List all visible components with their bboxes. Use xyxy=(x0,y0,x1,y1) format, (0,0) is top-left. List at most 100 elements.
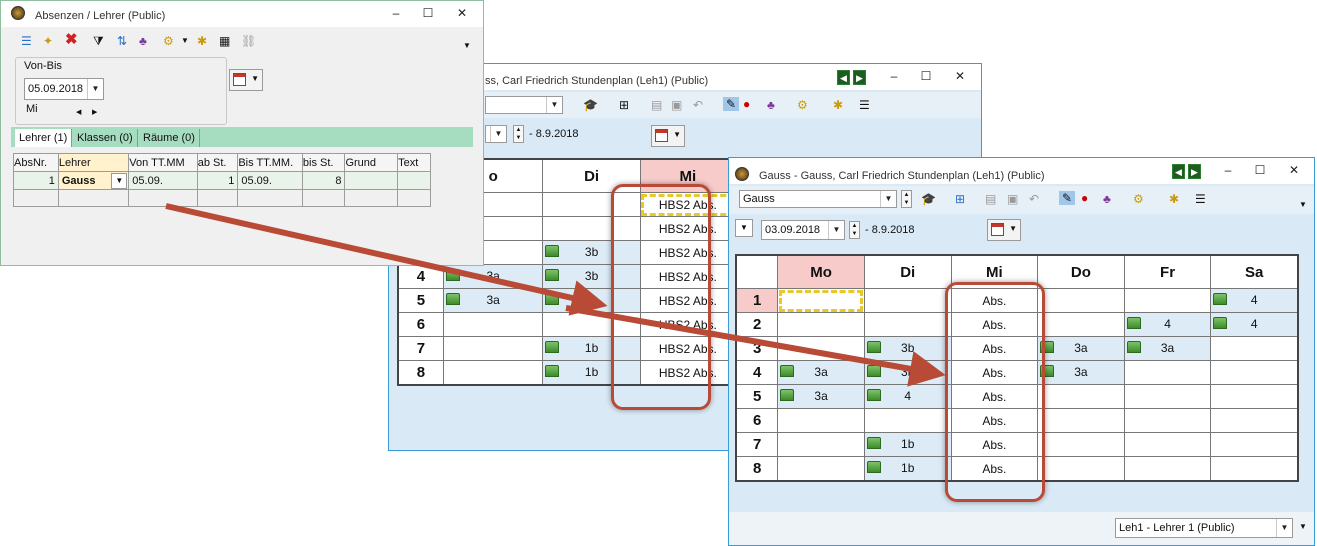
front-lesson-cell[interactable]: 4 xyxy=(1123,312,1212,337)
delete-icon[interactable]: ✖ xyxy=(65,32,78,47)
front-cell-mo[interactable] xyxy=(777,456,865,482)
front-lesson-cell[interactable]: 3a xyxy=(1037,336,1125,361)
back-next-arrow-icon[interactable]: ▶ xyxy=(853,70,866,85)
col-bis[interactable]: Bis TT.MM. xyxy=(237,153,303,172)
front-lesson-cell[interactable]: 3a xyxy=(777,360,865,385)
sort-icon[interactable]: ⇅ xyxy=(117,34,127,48)
cell-bis-st[interactable]: 8 xyxy=(301,171,346,190)
people-icon[interactable]: ♣ xyxy=(139,34,147,48)
back-cell-mo[interactable] xyxy=(442,360,544,386)
front-lesson-cell[interactable]: 3b xyxy=(863,360,952,385)
front-cell-sa[interactable] xyxy=(1210,456,1299,482)
front-cell-fr[interactable] xyxy=(1123,432,1212,457)
front-cell-fr[interactable] xyxy=(1123,288,1212,313)
list-view-icon[interactable]: ☰ xyxy=(21,34,32,48)
day-next-button[interactable]: ▶ xyxy=(92,108,97,116)
new-record-icon[interactable]: ✦ xyxy=(43,34,53,48)
front-cell-fr[interactable] xyxy=(1123,456,1212,482)
back-date-spinner[interactable]: ▲ ▼ xyxy=(513,125,524,143)
front-cell-sa[interactable] xyxy=(1210,360,1299,385)
front-day-do[interactable]: Do xyxy=(1037,254,1125,289)
front-day-di[interactable]: Di xyxy=(863,254,952,289)
tab-raeume[interactable]: Räume (0) xyxy=(139,129,200,147)
front-cell-mo-selected[interactable] xyxy=(777,288,865,313)
back-prev-arrow-icon[interactable]: ◀ xyxy=(837,70,850,85)
front-lesson-cell[interactable]: 4 xyxy=(1210,288,1299,313)
front-date-spinner[interactable]: ▲ ▼ xyxy=(849,221,860,239)
back-minimize-button[interactable]: – xyxy=(879,66,909,86)
cell-grund[interactable] xyxy=(344,171,399,190)
pin-icon[interactable]: ● xyxy=(1081,191,1088,205)
toolbar-overflow-icon[interactable]: ▼ xyxy=(1299,198,1307,212)
absenzen-minimize-button[interactable]: – xyxy=(381,3,411,23)
back-people-icon[interactable]: ♣ xyxy=(767,98,775,112)
front-cell-mo[interactable] xyxy=(777,312,865,337)
back-cell-mo[interactable] xyxy=(442,312,544,337)
back-lesson-cell[interactable]: 3a xyxy=(442,288,544,313)
back-brush-icon[interactable]: ✎ xyxy=(723,97,739,111)
undo-icon[interactable]: ↶ xyxy=(1029,192,1039,206)
absenzen-close-button[interactable]: ✕ xyxy=(447,3,477,23)
front-maximize-button[interactable]: ☐ xyxy=(1245,160,1275,180)
back-maximize-button[interactable]: ☐ xyxy=(911,66,941,86)
front-cell-do[interactable] xyxy=(1037,432,1125,457)
back-print-icon[interactable]: ▤ xyxy=(651,98,662,112)
col-bis-st[interactable]: bis St. xyxy=(301,153,346,172)
cell-absnr[interactable]: 1 xyxy=(13,171,59,190)
dropdown-icon[interactable]: ▼ xyxy=(181,34,189,48)
back-undo-icon[interactable]: ↶ xyxy=(693,98,703,112)
front-lesson-cell[interactable]: 4 xyxy=(1210,312,1299,337)
col-absnr[interactable]: AbsNr. xyxy=(13,153,59,172)
settings-icon[interactable]: ⚙ xyxy=(1133,192,1144,206)
front-lesson-cell[interactable]: 3a xyxy=(1037,360,1125,385)
col-text[interactable]: Text xyxy=(397,153,431,172)
front-cell-sa[interactable] xyxy=(1210,408,1299,433)
back-calendar-button[interactable]: ▼ xyxy=(651,125,685,147)
front-lesson-cell[interactable]: 3b xyxy=(863,336,952,361)
cell-ab-st[interactable]: 1 xyxy=(196,171,239,190)
toolbar-overflow-icon[interactable]: ▼ xyxy=(463,39,471,53)
front-cell-fr[interactable] xyxy=(1123,360,1212,385)
front-lesson-cell[interactable]: 1b xyxy=(863,456,952,482)
front-day-sa[interactable]: Sa xyxy=(1210,254,1299,289)
front-lesson-cell[interactable]: 3a xyxy=(1123,336,1212,361)
col-lehrer[interactable]: Lehrer xyxy=(57,153,130,172)
tools-icon[interactable]: ⚙ xyxy=(163,34,174,48)
back-close-button[interactable]: ✕ xyxy=(945,66,975,86)
front-prev-arrow-icon[interactable]: ◀ xyxy=(1172,164,1185,179)
front-date-field[interactable]: 03.09.2018 ▼ xyxy=(761,220,845,240)
front-cell-do[interactable] xyxy=(1037,312,1125,337)
tab-klassen[interactable]: Klassen (0) xyxy=(73,129,138,147)
cell-text[interactable] xyxy=(397,171,431,190)
front-teacher-spinner[interactable]: ▲ ▼ xyxy=(901,190,912,208)
back-settings-icon[interactable]: ⚙ xyxy=(797,98,808,112)
back-menu-icon[interactable]: ☰ xyxy=(859,98,870,112)
cell-von[interactable]: 05.09. xyxy=(128,171,198,190)
von-date-field[interactable]: 05.09.2018 ▼ xyxy=(24,78,104,100)
front-day-mo[interactable]: Mo xyxy=(777,254,865,289)
gear-icon[interactable]: ✱ xyxy=(1169,192,1179,206)
back-gear-icon[interactable]: ✱ xyxy=(833,98,843,112)
front-cell-do[interactable] xyxy=(1037,408,1125,433)
table-empty-row[interactable] xyxy=(13,189,431,207)
day-prev-button[interactable]: ◀ xyxy=(76,108,81,116)
front-cell-fr[interactable] xyxy=(1123,384,1212,409)
cell-bis[interactable]: 05.09. xyxy=(237,171,303,190)
front-minimize-button[interactable]: – xyxy=(1213,160,1243,180)
cell-lehrer[interactable]: Gauss ▼ xyxy=(57,171,130,190)
front-cell-di[interactable] xyxy=(863,288,952,313)
col-ab-st[interactable]: ab St. xyxy=(196,153,239,172)
link-icon[interactable]: ⛓ xyxy=(241,34,256,48)
people-icon[interactable]: ♣ xyxy=(1103,192,1111,206)
back-lock-icon[interactable]: ▣ xyxy=(671,98,682,112)
brush-icon[interactable]: ✎ xyxy=(1059,191,1075,205)
back-teacher-combo[interactable]: ▼ xyxy=(485,96,563,114)
front-cell-do[interactable] xyxy=(1037,456,1125,482)
graduation-cap-icon[interactable]: 🎓 xyxy=(921,192,936,206)
front-next-arrow-icon[interactable]: ▶ xyxy=(1188,164,1201,179)
front-lesson-cell[interactable]: 1b xyxy=(863,432,952,457)
front-overflow-icon[interactable]: ▼ xyxy=(1299,522,1307,531)
front-status-combo[interactable]: Leh1 - Lehrer 1 (Public) ▼ xyxy=(1115,518,1293,538)
front-cell-sa[interactable] xyxy=(1210,384,1299,409)
back-graduation-cap-icon[interactable]: 🎓 xyxy=(583,98,598,112)
